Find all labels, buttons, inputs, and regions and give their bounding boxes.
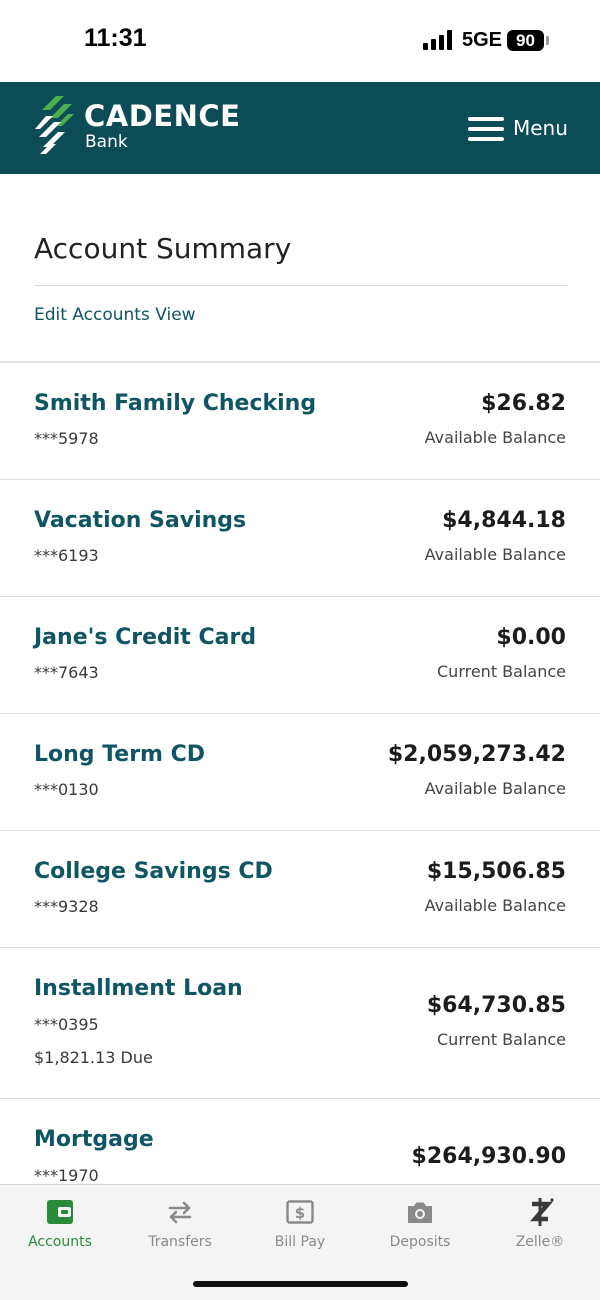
account-name: Mortgage: [34, 1127, 154, 1152]
account-row-vacation-savings[interactable]: Vacation Savings ***6193 $4,844.18 Avail…: [0, 480, 600, 597]
menu-label: Menu: [513, 116, 568, 140]
tab-label: Bill Pay: [274, 1234, 326, 1250]
bill-pay-icon: $: [286, 1200, 314, 1224]
account-balance-amount: $64,730.85: [426, 993, 566, 1018]
status-time: 11:31: [84, 24, 147, 52]
title-divider: [34, 285, 567, 286]
account-name: Long Term CD: [34, 742, 206, 767]
account-balance-amount: $264,930.90: [411, 1144, 566, 1169]
battery-cap: [546, 36, 549, 45]
cadence-logo-icon: [35, 96, 74, 154]
account-balance-amount: $26.82: [481, 391, 566, 416]
app-header: CADENCE Bank Menu: [0, 82, 600, 174]
account-number: ***0395: [34, 1015, 99, 1034]
tab-transfers[interactable]: Transfers: [120, 1185, 240, 1265]
tab-label: Zelle®: [515, 1234, 565, 1250]
status-bar: 11:31 5GE 90: [0, 0, 600, 82]
tab-label: Deposits: [389, 1234, 451, 1250]
account-name: Smith Family Checking: [34, 391, 317, 416]
account-row-college-savings-cd[interactable]: College Savings CD ***9328 $15,506.85 Av…: [0, 831, 600, 948]
hamburger-menu-icon: [468, 117, 504, 141]
battery-icon: 90: [507, 30, 544, 51]
account-row-janes-credit-card[interactable]: Jane's Credit Card ***7643 $0.00 Current…: [0, 597, 600, 714]
account-number: ***6193: [34, 546, 99, 565]
signal-strength-icon: [423, 30, 452, 50]
account-balance-amount: $4,844.18: [442, 508, 566, 533]
tab-zelle[interactable]: Zelle®: [480, 1185, 600, 1265]
tab-deposits[interactable]: Deposits: [360, 1185, 480, 1265]
account-balance-label: Available Balance: [424, 428, 566, 447]
account-name: Jane's Credit Card: [34, 625, 257, 650]
account-balance-label: Current Balance: [437, 662, 566, 681]
account-row-long-term-cd[interactable]: Long Term CD ***0130 $2,059,273.42 Avail…: [0, 714, 600, 831]
tab-accounts[interactable]: Accounts: [0, 1185, 120, 1265]
svg-text:$: $: [295, 1204, 305, 1222]
account-number: ***9328: [34, 897, 99, 916]
account-balance-amount: $0.00: [496, 625, 566, 650]
account-balance-label: Available Balance: [424, 896, 566, 915]
account-row-smith-family-checking[interactable]: Smith Family Checking ***5978 $26.82 Ava…: [0, 363, 600, 480]
brand-subtitle: Bank: [85, 132, 128, 152]
account-balance-label: Available Balance: [424, 545, 566, 564]
menu-button[interactable]: Menu: [462, 104, 572, 152]
account-name: Vacation Savings: [34, 508, 247, 533]
tab-bill-pay[interactable]: $ Bill Pay: [240, 1185, 360, 1265]
account-number: ***1970: [34, 1166, 99, 1185]
screen: 11:31 5GE 90 CADENCE Bank Menu Account S…: [0, 0, 600, 1300]
account-amount-due: $1,821.13 Due: [34, 1048, 153, 1067]
zelle-icon: [530, 1198, 554, 1226]
page-title: Account Summary: [34, 232, 292, 265]
brand-name: CADENCE: [84, 99, 241, 133]
wallet-icon: [47, 1200, 73, 1224]
camera-icon: [408, 1202, 432, 1223]
account-name: College Savings CD: [34, 859, 273, 884]
account-balance-amount: $15,506.85: [426, 859, 566, 884]
tab-label: Transfers: [148, 1234, 212, 1250]
transfer-arrows-icon: [168, 1201, 192, 1224]
network-type-label: 5GE: [462, 29, 503, 51]
account-row-installment-loan[interactable]: Installment Loan ***0395 $1,821.13 Due $…: [0, 948, 600, 1099]
account-balance-label: Current Balance: [437, 1030, 566, 1049]
home-indicator: [193, 1281, 408, 1287]
account-number: ***5978: [34, 429, 99, 448]
account-name: Installment Loan: [34, 976, 243, 1001]
account-number: ***7643: [34, 663, 99, 682]
account-number: ***0130: [34, 780, 99, 799]
account-balance-label: Available Balance: [424, 779, 566, 798]
edit-accounts-view-link[interactable]: Edit Accounts View: [34, 305, 196, 325]
account-balance-amount: $2,059,273.42: [387, 742, 566, 767]
tab-label: Accounts: [28, 1234, 92, 1250]
